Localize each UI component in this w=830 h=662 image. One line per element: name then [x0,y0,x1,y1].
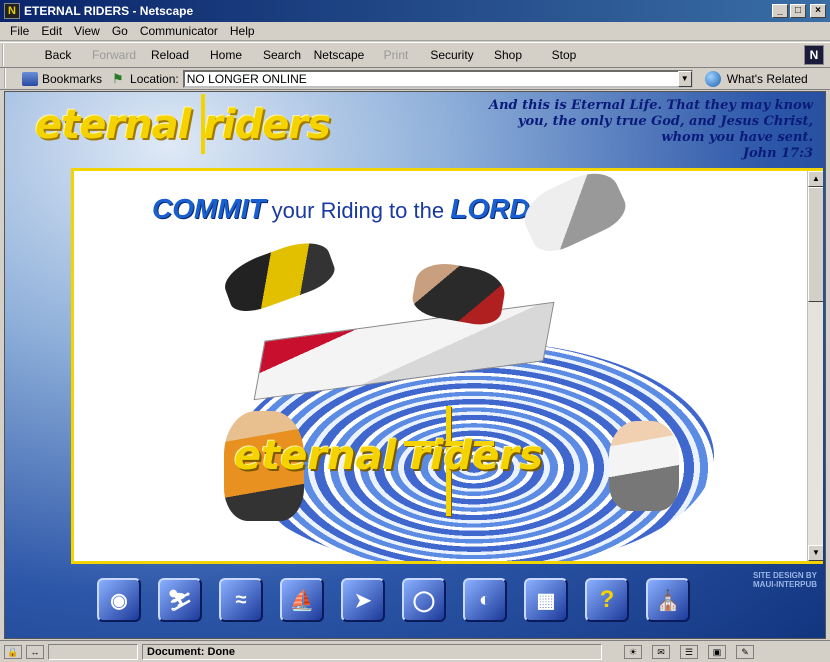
stop-button[interactable]: Stop [536,48,592,62]
title-bar: N ETERNAL RIDERS - Netscape _ □ × [0,0,830,22]
progress-bar [48,643,138,660]
bible-verse: And this is Eternal Life. That they may … [453,98,813,162]
scroll-thumb[interactable] [808,187,823,302]
netscape-window: N ETERNAL RIDERS - Netscape _ □ × File E… [0,0,830,662]
location-label: Location: [130,71,179,86]
kite-rider-image [609,421,679,511]
bookmarks-button[interactable]: Bookmarks [42,72,102,86]
site-credit: SITE DESIGN BY MAUI-INTERPUB [753,571,817,589]
windsurfer-icon[interactable]: ⛵ [280,578,324,622]
close-button[interactable]: × [810,4,826,18]
biker-icon[interactable]: ◯ [402,578,446,622]
location-icon[interactable]: ⚑ [112,71,126,86]
commit-text: your Riding to the [271,198,445,223]
location-input-value[interactable]: NO LONGER ONLINE [187,72,307,86]
whats-related-icon[interactable] [704,70,721,87]
verse-line: whom you have sent. [661,130,813,145]
mail-icon[interactable]: ✉ [652,644,670,659]
frame-logo: eternal riders [234,433,543,479]
page-content: eternal riders And this is Eternal Life.… [4,91,826,639]
location-dropdown-icon[interactable]: ▼ [677,70,692,87]
toolbar-grip[interactable] [2,44,10,66]
toolbar-grip[interactable] [4,68,12,88]
menu-edit[interactable]: Edit [35,24,68,38]
netscape-logo-icon[interactable]: N [804,45,824,65]
content-frame: COMMIT your Riding to the LORD eternal r… [71,168,823,564]
wakeboard-rider-image [218,233,340,319]
eye-icon[interactable]: ◉ [97,578,141,622]
forward-button[interactable]: Forward [86,48,142,62]
snowboard-rider-image [516,171,632,260]
commit-word: COMMIT [152,193,266,224]
site-logo: eternal riders [35,102,331,148]
windsurf-rider-image [409,258,509,329]
netscape-app-icon: N [4,3,20,19]
status-bar: 🔒 ↔ Document: Done ☀ ✉ ☰ ▣ ✎ [0,640,830,662]
site-navigation: ◉ ⛷ ≈ ⛵ ➤ ◯ ◐ ▦ ? ⛪ [97,578,707,622]
navigation-toolbar: Back Forward Reload Home Search Netscape… [0,42,830,68]
maximize-button[interactable]: □ [790,4,806,18]
skier-icon[interactable]: ⛷ [158,578,202,622]
scroll-down-icon[interactable]: ▼ [808,545,823,561]
security-lock-icon[interactable]: 🔒 [4,644,22,659]
window-title: ETERNAL RIDERS - Netscape [24,4,194,18]
surfer-icon[interactable]: ≈ [219,578,263,622]
shop-button[interactable]: Shop [480,48,536,62]
component-bar: ☀ ✉ ☰ ▣ ✎ [614,644,754,659]
commit-banner: COMMIT your Riding to the LORD [152,193,530,225]
composer-icon[interactable]: ✎ [736,644,754,659]
status-text: Document: Done [142,643,602,660]
location-toolbar: Bookmarks ⚑ Location: NO LONGER ONLINE ▼… [0,68,830,90]
jetski-icon[interactable]: ➤ [341,578,385,622]
map-icon[interactable]: ▦ [524,578,568,622]
reload-button[interactable]: Reload [142,48,198,62]
location-input[interactable]: NO LONGER ONLINE ▼ [182,69,693,88]
scroll-up-icon[interactable]: ▲ [808,171,823,187]
globe-icon[interactable]: ◐ [463,578,507,622]
menu-file[interactable]: File [4,24,35,38]
print-button[interactable]: Print [368,48,424,62]
newsgroups-icon[interactable]: ☰ [680,644,698,659]
verse-line: And this is Eternal Life. That they may … [488,98,813,113]
security-button[interactable]: Security [424,48,480,62]
menu-communicator[interactable]: Communicator [134,24,224,38]
bookmarks-icon[interactable] [22,71,38,86]
verse-line: you, the only true God, and Jesus Christ… [517,114,813,129]
address-book-icon[interactable]: ▣ [708,644,726,659]
home-button[interactable]: Home [198,48,254,62]
navigator-icon[interactable]: ☀ [624,644,642,659]
menu-view[interactable]: View [68,24,106,38]
netscape-button[interactable]: Netscape [310,48,368,62]
help-icon[interactable]: ? [585,578,629,622]
minimize-button[interactable]: _ [772,4,788,18]
search-button[interactable]: Search [254,48,310,62]
church-icon[interactable]: ⛪ [646,578,690,622]
verse-reference: John 17:3 [742,146,813,161]
whats-related-button[interactable]: What's Related [727,72,808,86]
back-button[interactable]: Back [30,48,86,62]
connection-icon: ↔ [26,644,44,659]
menu-help[interactable]: Help [224,24,261,38]
lord-word: LORD [450,193,530,224]
credit-line: MAUI-INTERPUB [753,580,817,589]
menu-bar: File Edit View Go Communicator Help [0,22,830,41]
menu-go[interactable]: Go [106,24,134,38]
logo-cross-icon [201,94,205,154]
frame-scrollbar[interactable]: ▲ ▼ [807,171,823,561]
credit-line: SITE DESIGN BY [752,571,817,580]
